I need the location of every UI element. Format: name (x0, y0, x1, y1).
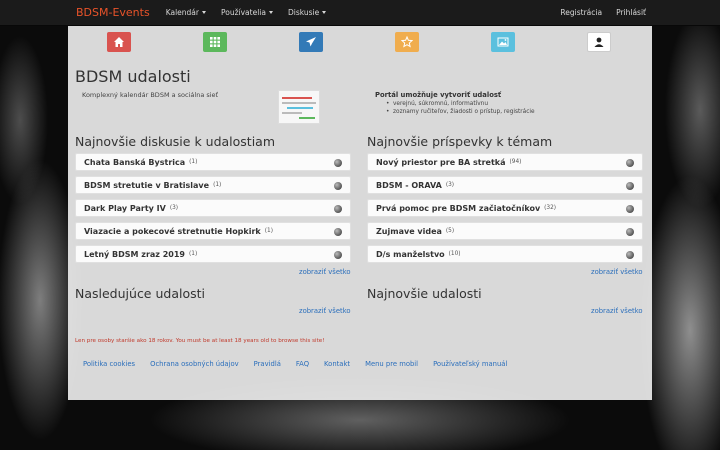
upcoming-show-all-link[interactable]: zobraziť všetko (299, 307, 351, 315)
status-dot-icon (334, 251, 342, 259)
list-item[interactable]: Zujmave videa (5) (367, 222, 643, 240)
list-item[interactable]: Dark Play Party IV (3) (75, 199, 351, 217)
top-navbar: BDSM-Events Kalendár Používatelia Diskus… (0, 0, 720, 26)
discussions-title: Najnovšie diskusie k udalostiam (75, 134, 276, 149)
status-dot-icon (626, 205, 634, 213)
list-item[interactable]: Viazacie a pokecové stretnutie Hopkirk (1… (75, 222, 351, 240)
portal-title: Portál umožňuje vytvoriť udalosť (375, 91, 502, 99)
status-dot-icon (626, 159, 634, 167)
list-item[interactable]: D/s manželstvo (10) (367, 245, 643, 263)
list-item[interactable]: Chata Banská Bystrica (1) (75, 153, 351, 171)
status-dot-icon (334, 205, 342, 213)
portal-features-list: verejnú, súkromnú, informatívnu zoznamy … (386, 101, 535, 117)
caret-down-icon (268, 11, 273, 14)
nav-pouzivatelia[interactable]: Používatelia (221, 8, 273, 17)
footer-link-contact[interactable]: Kontakt (324, 360, 350, 368)
discussions-list: Chata Banská Bystrica (1) BDSM stretutie … (75, 153, 351, 268)
posts-title: Najnovšie príspevky k témam (367, 134, 553, 149)
upcoming-events-title: Nasledujúce udalosti (75, 286, 205, 301)
nav-kalendar[interactable]: Kalendár (166, 8, 206, 17)
list-item[interactable]: BDSM stretutie v Bratislave (1) (75, 176, 351, 194)
nav-right: Registrácia Prihlásiť (546, 8, 646, 17)
newest-show-all-link[interactable]: zobraziť všetko (591, 307, 643, 315)
grid-icon[interactable] (203, 32, 227, 52)
home-icon[interactable] (107, 32, 131, 52)
status-dot-icon (626, 228, 634, 236)
main-container: BDSM udalosti Komplexný kalendár BDSM a … (68, 26, 652, 400)
list-item[interactable]: Prvá pomoc pre BDSM začiatočníkov (32) (367, 199, 643, 217)
footer-link-mobile-menu[interactable]: Menu pre mobil (365, 360, 418, 368)
list-item[interactable]: Nový priestor pre BA stretká (94) (367, 153, 643, 171)
list-item[interactable]: BDSM - ORAVA (3) (367, 176, 643, 194)
brand-logo[interactable]: BDSM-Events (76, 6, 150, 19)
footer-link-privacy[interactable]: Ochrana osobných údajov (150, 360, 239, 368)
calendar-preview-thumbnail[interactable] (278, 90, 320, 124)
status-dot-icon (626, 251, 634, 259)
caret-down-icon (322, 11, 327, 14)
paper-plane-icon[interactable] (299, 32, 323, 52)
picture-icon[interactable] (491, 32, 515, 52)
status-dot-icon (334, 182, 342, 190)
page-subtitle: Komplexný kalendár BDSM a sociálna sieť (82, 91, 219, 99)
caret-down-icon (201, 11, 206, 14)
newest-events-title: Najnovšie udalosti (367, 286, 482, 301)
footer-link-cookies[interactable]: Politika cookies (83, 360, 135, 368)
status-dot-icon (334, 228, 342, 236)
footer-link-manual[interactable]: Používateľský manuál (433, 360, 507, 368)
discussions-show-all-link[interactable]: zobraziť všetko (299, 268, 351, 276)
login-link[interactable]: Prihlásiť (616, 8, 646, 17)
status-dot-icon (334, 159, 342, 167)
nav-diskusie[interactable]: Diskusie (288, 8, 327, 17)
footer-link-faq[interactable]: FAQ (296, 360, 309, 368)
footer-links: Politika cookies Ochrana osobných údajov… (83, 360, 522, 368)
status-dot-icon (626, 182, 634, 190)
star-icon[interactable] (395, 32, 419, 52)
posts-list: Nový priestor pre BA stretká (94) BDSM - … (367, 153, 643, 268)
user-icon[interactable] (587, 32, 611, 52)
list-item: zoznamy ručiteľov, žiadosti o prístup, r… (386, 109, 535, 115)
page-title: BDSM udalosti (75, 67, 191, 86)
list-item[interactable]: Letný BDSM zraz 2019 (1) (75, 245, 351, 263)
posts-show-all-link[interactable]: zobraziť všetko (591, 268, 643, 276)
age-warning: Len pre osoby staršie ako 18 rokov. You … (75, 338, 325, 344)
register-link[interactable]: Registrácia (560, 8, 602, 17)
icon-bar (68, 32, 652, 54)
footer-link-rules[interactable]: Pravidlá (254, 360, 281, 368)
list-item: verejnú, súkromnú, informatívnu (386, 101, 535, 107)
